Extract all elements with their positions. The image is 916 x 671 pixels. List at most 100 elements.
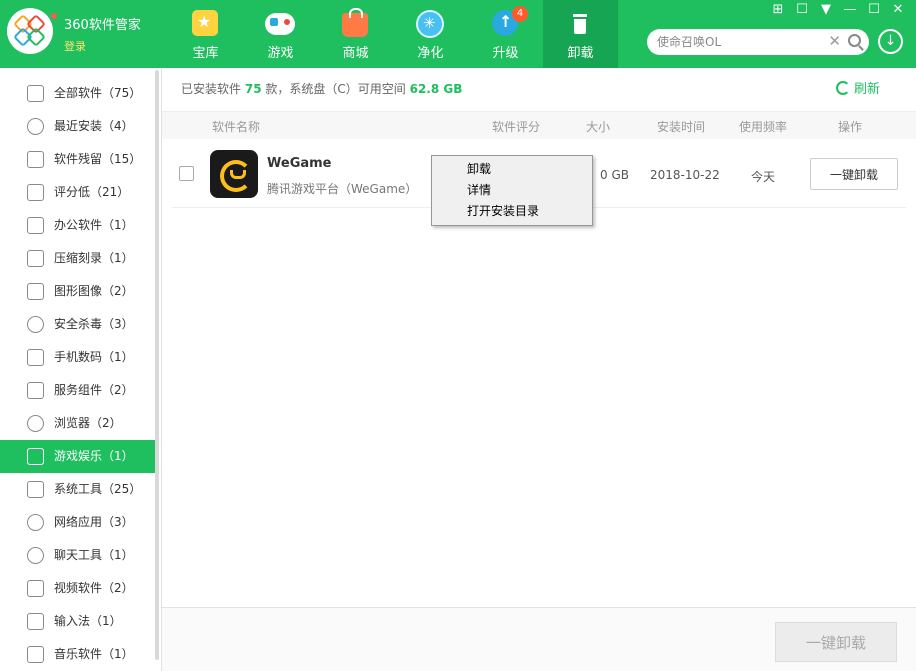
minimize-icon[interactable]: — — [842, 2, 858, 18]
sidebar-item-office[interactable]: 办公软件（1） — [0, 209, 157, 242]
batch-uninstall-button[interactable]: 一键卸载 — [775, 622, 897, 662]
sidebar-item-label: 网络应用（3） — [54, 515, 134, 529]
app-name: WeGame — [267, 156, 332, 171]
sidebar-item-label: 游戏娱乐（1） — [54, 449, 134, 463]
sidebar-item-low-rating[interactable]: 评分低（21） — [0, 176, 157, 209]
sidebar-item-compress[interactable]: 压缩刻录（1） — [0, 242, 157, 275]
summary-mid: 款，系统盘（C）可用空间 — [265, 82, 406, 96]
sidebar-item-label: 视频软件（2） — [54, 581, 134, 595]
app-size: 0 GB — [600, 168, 629, 182]
music-note-icon — [27, 646, 44, 663]
nav-tab-treasury[interactable]: 宝库 — [168, 0, 243, 68]
sidebar-item-label: 输入法（1） — [54, 614, 122, 628]
sidebar-item-label: 评分低（21） — [54, 185, 130, 199]
col-name[interactable]: 软件名称 — [212, 118, 260, 135]
search-box: ✕ — [647, 29, 869, 55]
wegame-logo-icon — [210, 150, 258, 198]
star-icon — [192, 10, 218, 36]
col-size[interactable]: 大小 — [586, 118, 610, 135]
nav-tab-clean[interactable]: 净化 — [393, 0, 468, 68]
search-input[interactable] — [657, 33, 825, 51]
download-icon[interactable]: ↓ — [878, 29, 903, 54]
nav-tab-store[interactable]: 商城 — [318, 0, 393, 68]
installed-count: 75 — [244, 82, 262, 96]
title-bar: 360软件管家 登录 宝库 游戏 商城 净化 4 升级 卸载 ⊞ ☐ — [0, 0, 916, 68]
sidebar-item-music[interactable]: 音乐软件（1） — [0, 638, 157, 671]
gamepad-icon — [27, 448, 44, 465]
sidebar-item-video[interactable]: 视频软件（2） — [0, 572, 157, 605]
browser-icon — [27, 415, 44, 432]
phone-icon — [27, 349, 44, 366]
sidebar-item-label: 系统工具（25） — [54, 482, 142, 496]
chat-icon — [27, 547, 44, 564]
window-controls: ⊞ ☐ ▼ — ☐ ✕ — [770, 2, 906, 18]
context-menu-details[interactable]: 详情 — [434, 180, 590, 201]
tools-icon — [27, 481, 44, 498]
summary-prefix: 已安装软件 — [181, 82, 242, 96]
close-icon[interactable]: ✕ — [890, 2, 906, 18]
context-menu-uninstall[interactable]: 卸载 — [434, 159, 590, 180]
nav-tab-uninstall[interactable]: 卸载 — [543, 0, 618, 68]
search-icon[interactable] — [848, 34, 861, 47]
clean-icon — [416, 10, 444, 38]
image-icon — [27, 283, 44, 300]
video-icon — [27, 580, 44, 597]
category-sidebar: 全部软件（75） 最近安装（4） 软件残留（15） 评分低（21） 办公软件（1… — [0, 68, 162, 671]
nav-tab-label: 升级 — [492, 46, 519, 61]
clock-icon — [27, 118, 44, 135]
uninstall-button[interactable]: 一键卸载 — [810, 158, 898, 190]
sidebar-item-all[interactable]: 全部软件（75） — [0, 77, 157, 110]
refresh-icon — [836, 81, 850, 95]
sidebar-item-label: 图形图像（2） — [54, 284, 134, 298]
login-link[interactable]: 登录 — [64, 38, 86, 54]
app-title: 360软件管家 — [64, 18, 141, 33]
keyboard-icon — [27, 613, 44, 630]
sidebar-item-security[interactable]: 安全杀毒（3） — [0, 308, 157, 341]
sidebar-scrollbar[interactable] — [155, 70, 159, 660]
sidebar-item-system[interactable]: 系统工具（25） — [0, 473, 157, 506]
sidebar-item-browser[interactable]: 浏览器（2） — [0, 407, 157, 440]
sidebar-item-recent[interactable]: 最近安装（4） — [0, 110, 157, 143]
refresh-button[interactable]: 刷新 — [836, 78, 880, 97]
nav-tab-label: 净化 — [417, 46, 444, 61]
sidebar-item-input[interactable]: 输入法（1） — [0, 605, 157, 638]
nav-tab-upgrade[interactable]: 4 升级 — [468, 0, 543, 68]
row-checkbox[interactable] — [179, 166, 194, 181]
clear-icon[interactable]: ✕ — [828, 32, 841, 50]
sidebar-item-label: 手机数码（1） — [54, 350, 134, 364]
sidebar-item-mobile[interactable]: 手机数码（1） — [0, 341, 157, 374]
nav-tab-label: 商城 — [342, 46, 369, 61]
sidebar-item-residue[interactable]: 软件残留（15） — [0, 143, 157, 176]
table-header: 软件名称 软件评分 大小 安装时间 使用频率 操作 — [162, 111, 916, 139]
install-summary: 已安装软件 75 款，系统盘（C）可用空间 62.8 GB — [181, 80, 462, 97]
sidebar-item-chat[interactable]: 聊天工具（1） — [0, 539, 157, 572]
sidebar-item-label: 安全杀毒（3） — [54, 317, 134, 331]
free-space: 62.8 GB — [409, 82, 463, 96]
grid-icon[interactable]: ⊞ — [770, 2, 786, 18]
sidebar-item-label: 全部软件（75） — [54, 86, 142, 100]
sidebar-item-network[interactable]: 网络应用（3） — [0, 506, 157, 539]
footer-bar: 一键卸载 — [162, 607, 916, 671]
menu-dropdown-icon[interactable]: ▼ — [818, 2, 834, 18]
sidebar-item-graphics[interactable]: 图形图像（2） — [0, 275, 157, 308]
low-rating-icon — [27, 184, 44, 201]
shield-icon — [27, 316, 44, 333]
app-description: 腾讯游戏平台（WeGame） — [267, 182, 418, 196]
skin-icon[interactable]: ☐ — [794, 2, 810, 18]
sidebar-item-games[interactable]: 游戏娱乐（1） — [0, 440, 157, 473]
sidebar-item-label: 软件残留（15） — [54, 152, 142, 166]
context-menu-open-folder[interactable]: 打开安装目录 — [434, 201, 590, 222]
col-frequency[interactable]: 使用频率 — [739, 118, 787, 135]
trash-icon — [567, 10, 593, 36]
col-rating[interactable]: 软件评分 — [492, 118, 540, 135]
usage-frequency: 今天 — [751, 170, 776, 184]
col-date[interactable]: 安装时间 — [657, 118, 705, 135]
shopping-bag-icon — [342, 8, 368, 37]
maximize-icon[interactable]: ☐ — [866, 2, 882, 18]
sidebar-item-label: 服务组件（2） — [54, 383, 134, 397]
refresh-label: 刷新 — [854, 82, 881, 97]
col-action: 操作 — [838, 120, 863, 134]
sidebar-item-label: 音乐软件（1） — [54, 647, 134, 661]
sidebar-item-services[interactable]: 服务组件（2） — [0, 374, 157, 407]
nav-tab-games[interactable]: 游戏 — [243, 0, 318, 68]
